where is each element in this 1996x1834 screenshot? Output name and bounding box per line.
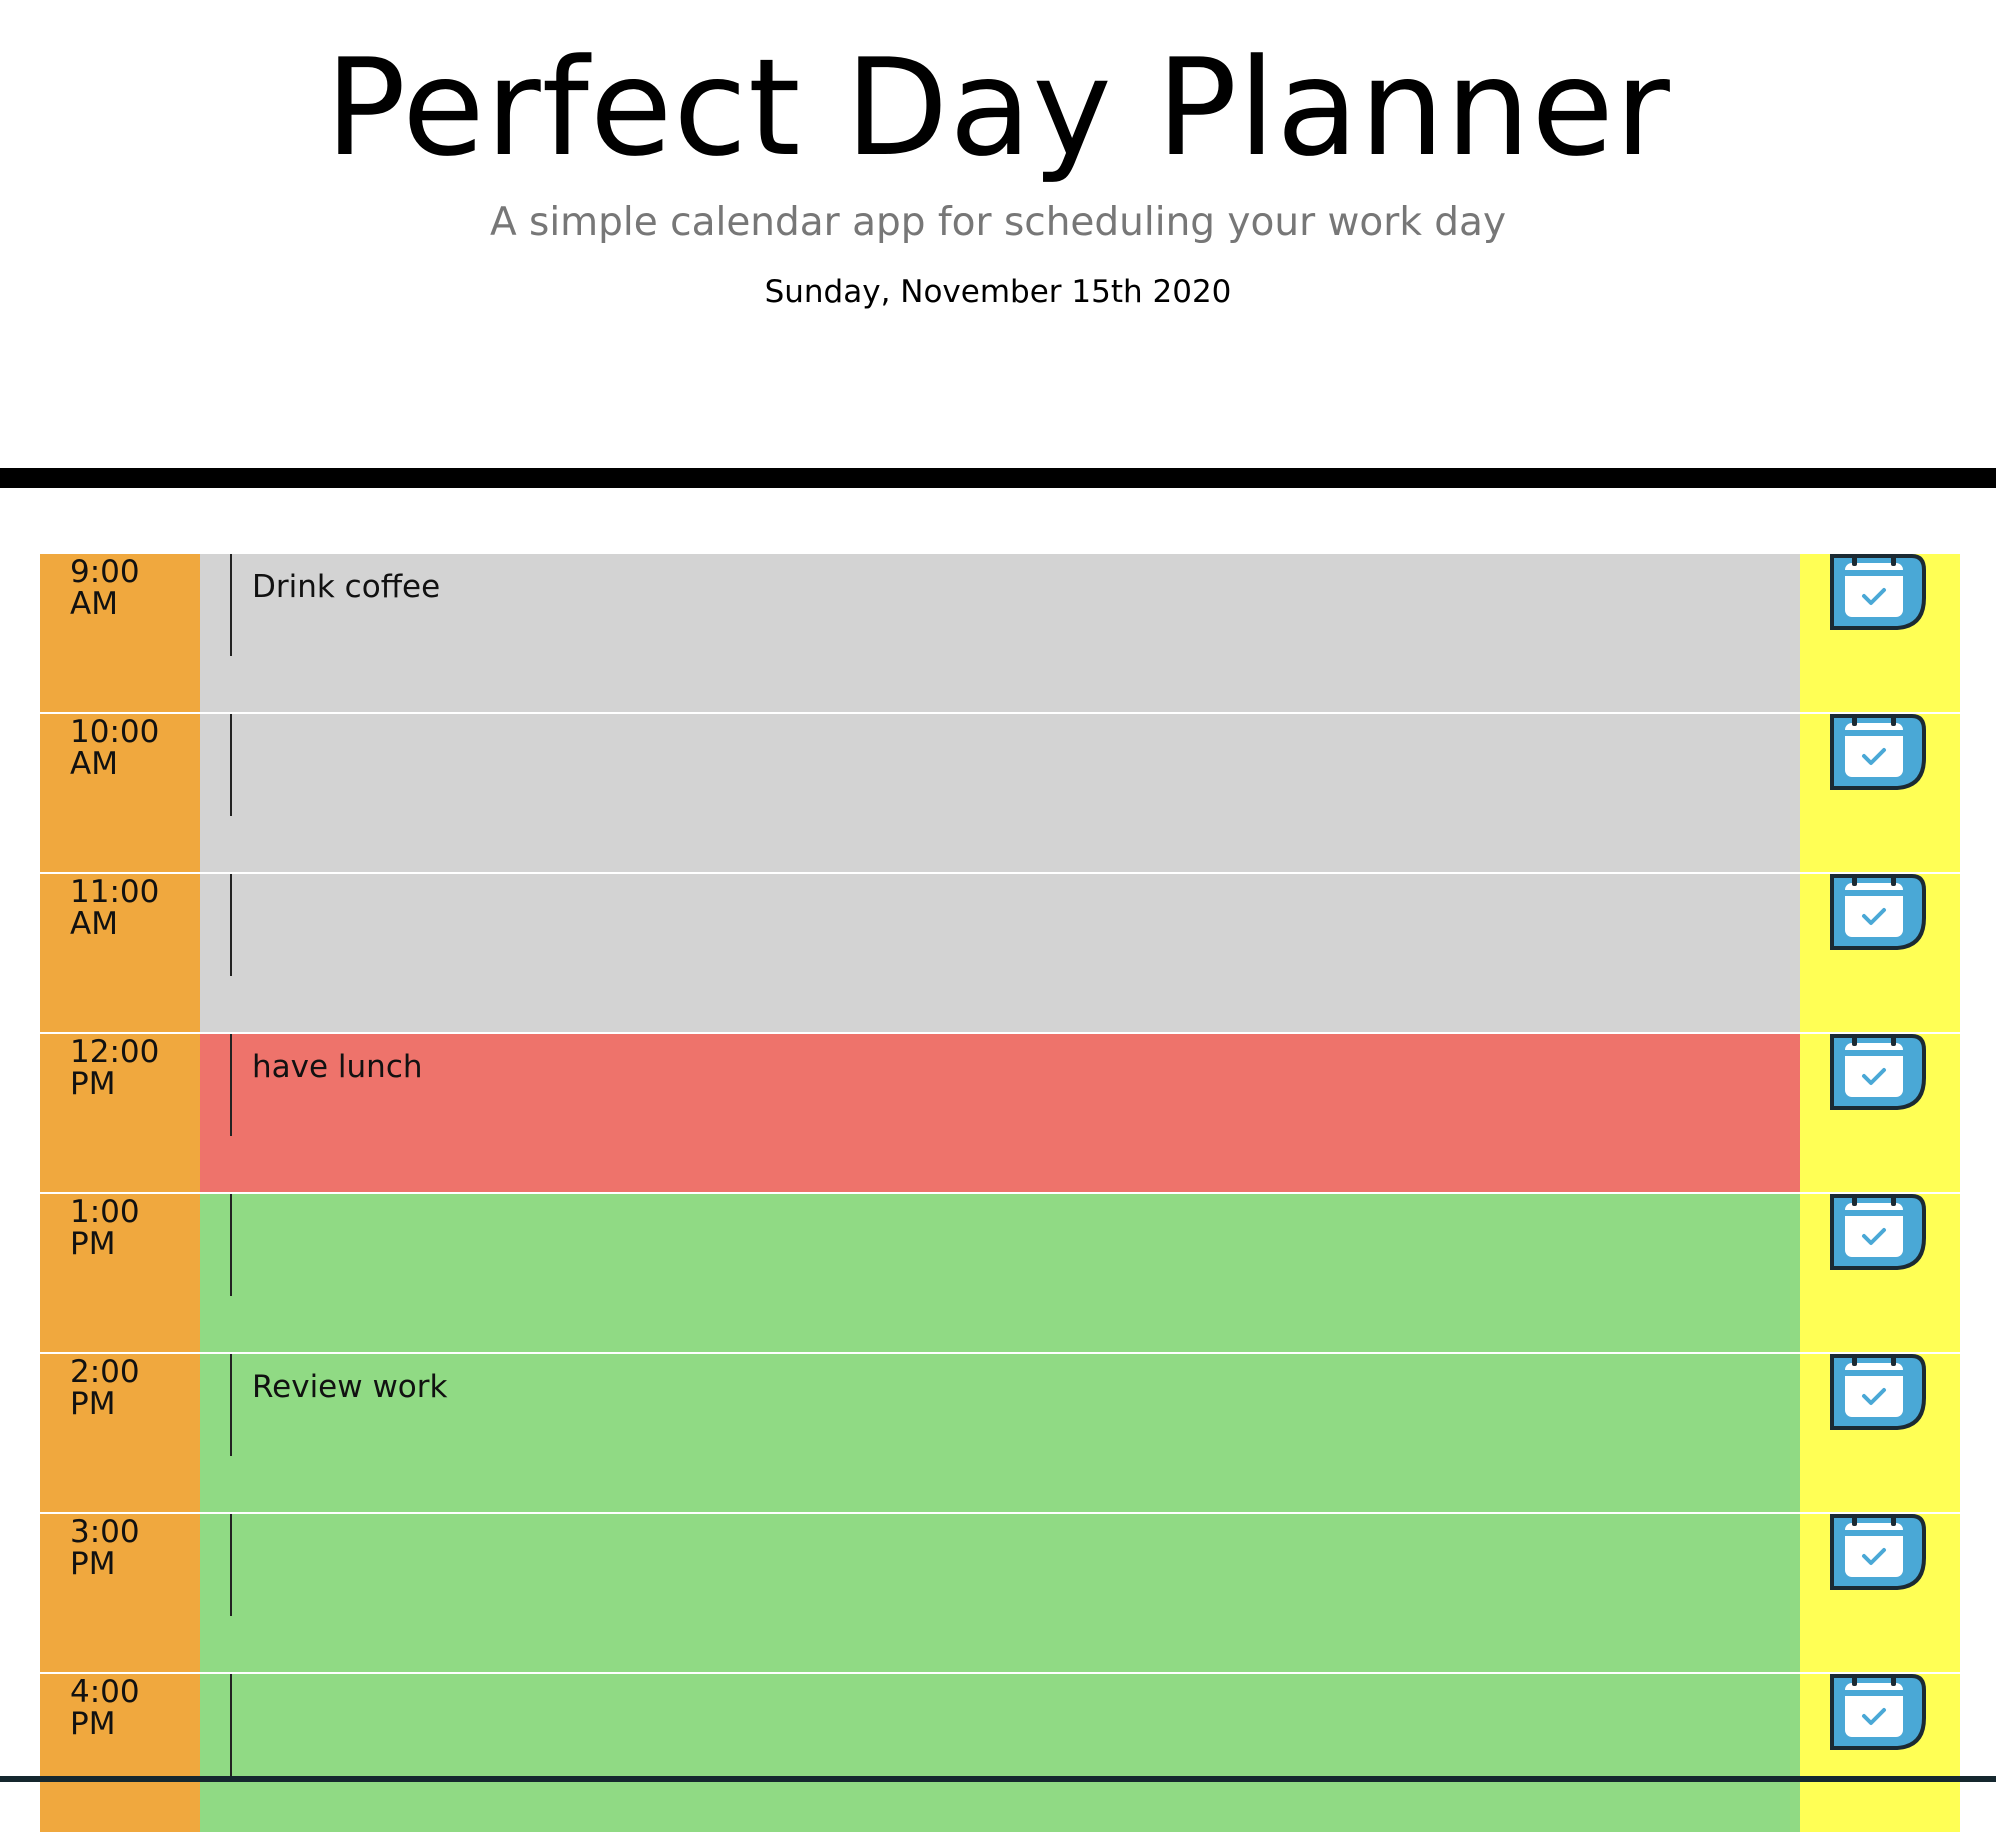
time-block-row: 12:00 PM have lunch [40,1034,1960,1194]
hour-time: 11:00 [70,874,160,910]
hour-period: PM [70,1386,116,1422]
description-cell-future [200,1674,1800,1834]
hour-label: 1:00 PM [40,1194,200,1354]
hour-label: 10:00 AM [40,714,200,874]
save-button[interactable] [1800,874,1960,1034]
time-block-row: 1:00 PM [40,1194,1960,1354]
hour-period: AM [70,586,118,622]
description-cell-future [200,1514,1800,1674]
hour-label: 2:00 PM [40,1354,200,1514]
event-description-input[interactable] [230,714,1770,816]
time-block-row: 2:00 PM Review work [40,1354,1960,1514]
hour-label: 12:00 PM [40,1034,200,1194]
time-block-row: 3:00 PM [40,1514,1960,1674]
save-button[interactable] [1800,1034,1960,1194]
save-button[interactable] [1800,1194,1960,1354]
description-cell-future [200,1194,1800,1354]
hour-label: 9:00 AM [40,554,200,714]
hour-period: PM [70,1706,116,1742]
save-button[interactable] [1800,714,1960,874]
calendar-check-icon [1830,874,1926,950]
event-description-input[interactable]: have lunch [230,1034,1770,1136]
calendar-check-icon [1830,1354,1926,1430]
app-title: Perfect Day Planner [325,30,1671,186]
current-date: Sunday, November 15th 2020 [764,274,1232,310]
event-description-input[interactable]: Review work [230,1354,1770,1456]
app-subtitle: A simple calendar app for scheduling you… [489,200,1507,245]
calendar-check-icon [1830,1194,1926,1270]
event-description-input[interactable] [230,1194,1770,1296]
hour-time: 2:00 [70,1354,140,1390]
hour-time: 9:00 [70,554,140,590]
description-cell-present: have lunch [200,1034,1800,1194]
hour-period: PM [70,1546,116,1582]
hour-time: 12:00 [70,1034,160,1070]
page-header: Perfect Day Planner A simple calendar ap… [0,0,1996,468]
hour-period: AM [70,746,118,782]
time-block-row: 9:00 AM Drink coffee [40,554,1960,714]
calendar-check-icon [1830,714,1926,790]
event-description-input[interactable]: Drink coffee [230,554,1770,656]
save-button[interactable] [1800,1514,1960,1674]
save-button[interactable] [1800,1354,1960,1514]
calendar-check-icon [1830,1514,1926,1590]
calendar-check-icon [1830,1674,1926,1750]
event-description-input[interactable] [230,1674,1770,1776]
save-button[interactable] [1800,554,1960,714]
hour-label: 4:00 PM [40,1674,200,1834]
header-divider [0,468,1996,488]
hour-time: 1:00 [70,1194,140,1230]
time-block-row: 11:00 AM [40,874,1960,1034]
description-cell-past [200,874,1800,1034]
bottom-edge [0,1776,1996,1782]
save-button[interactable] [1800,1674,1960,1834]
calendar-check-icon [1830,554,1926,630]
hour-period: AM [70,906,118,942]
calendar-check-icon [1830,1034,1926,1110]
hour-time: 10:00 [70,714,160,750]
description-cell-past [200,714,1800,874]
time-block-row: 10:00 AM [40,714,1960,874]
event-description-input[interactable] [230,1514,1770,1616]
hour-label: 11:00 AM [40,874,200,1034]
hour-period: PM [70,1226,116,1262]
hour-time: 3:00 [70,1514,140,1550]
time-block-row: 4:00 PM [40,1674,1960,1834]
event-description-input[interactable] [230,874,1770,976]
hour-period: PM [70,1066,116,1102]
hour-label: 3:00 PM [40,1514,200,1674]
hour-time: 4:00 [70,1674,140,1710]
description-cell-past: Drink coffee [200,554,1800,714]
description-cell-future: Review work [200,1354,1800,1514]
